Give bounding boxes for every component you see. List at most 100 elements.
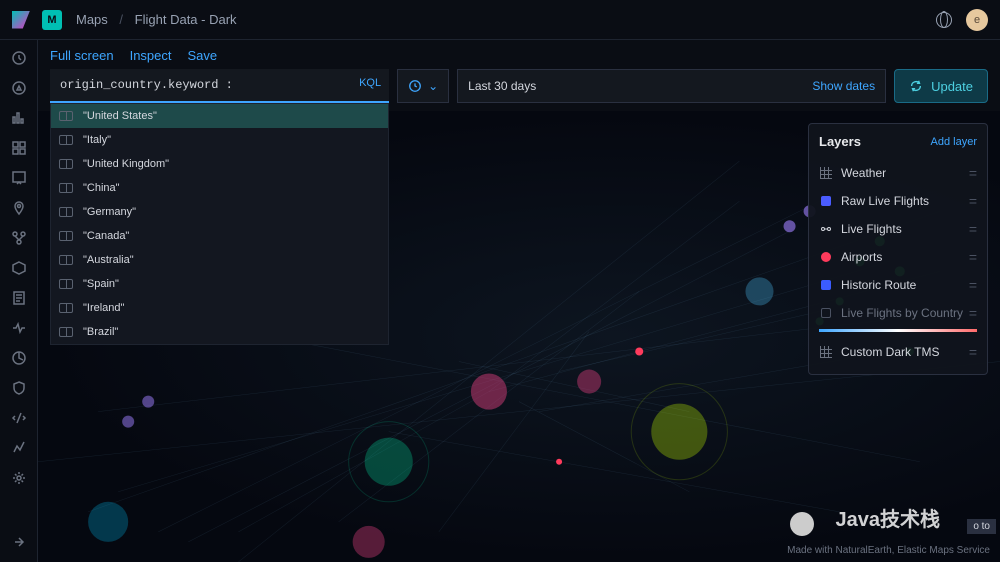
layer-row[interactable]: Live Flights by Country= [819,299,977,327]
fullscreen-link[interactable]: Full screen [50,48,114,63]
breadcrumb-page[interactable]: Flight Data - Dark [135,12,237,27]
discover-icon[interactable] [11,80,27,96]
layers-panel: Layers Add layer Weather=Raw Live Flight… [808,123,988,375]
maps-icon[interactable] [11,200,27,216]
autocomplete-item[interactable]: "United Kingdom" [51,152,388,176]
layers-list: Weather=Raw Live Flights=Live Flights=Ai… [819,159,977,366]
dashboard-icon[interactable] [11,140,27,156]
update-button[interactable]: Update [894,69,988,103]
layer-type-icon [819,194,833,208]
autocomplete-label: "Canada" [83,230,129,242]
autocomplete-label: "Brazil" [83,326,118,338]
autocomplete-item[interactable]: "Brazil" [51,320,388,344]
autocomplete-item[interactable]: "Australia" [51,248,388,272]
dev-tools-icon[interactable] [11,410,27,426]
avatar[interactable]: e [966,9,988,31]
autocomplete-item[interactable]: "United States" [51,104,388,128]
autocomplete-label: "Italy" [83,134,111,146]
layer-row[interactable]: Airports= [819,243,977,271]
breadcrumb: Maps / Flight Data - Dark [76,12,237,27]
kibana-logo-icon[interactable] [12,11,30,29]
zoom-widget[interactable]: o to [967,519,996,534]
layer-type-icon [819,166,833,180]
value-icon [59,255,73,265]
drag-handle-icon[interactable]: = [969,249,977,265]
layer-type-icon [819,306,833,320]
layer-label: Custom Dark TMS [841,345,969,359]
stack-monitoring-icon[interactable] [11,440,27,456]
autocomplete-label: "Germany" [83,206,136,218]
layer-row[interactable]: Weather= [819,159,977,187]
drag-handle-icon[interactable]: = [969,221,977,237]
drag-handle-icon[interactable]: = [969,193,977,209]
space-selector[interactable]: M [42,10,62,30]
drag-handle-icon[interactable]: = [969,305,977,321]
layer-label: Historic Route [841,278,969,292]
query-bar: KQL "United States""Italy""United Kingdo… [38,69,1000,111]
management-icon[interactable] [11,470,27,486]
layer-label: Live Flights [841,222,969,236]
autocomplete-label: "Australia" [83,254,134,266]
value-icon [59,183,73,193]
logs-icon[interactable] [11,290,27,306]
autocomplete-item[interactable]: "Germany" [51,200,388,224]
layer-row[interactable]: Custom Dark TMS= [819,338,977,366]
layer-type-icon [819,345,833,359]
autocomplete-item[interactable]: "Italy" [51,128,388,152]
layer-type-icon [819,278,833,292]
show-dates-link[interactable]: Show dates [812,79,875,93]
newsfeed-icon[interactable] [936,12,952,28]
autocomplete-item[interactable]: "Spain" [51,272,388,296]
update-button-label: Update [931,79,973,94]
value-icon [59,231,73,241]
autocomplete-item[interactable]: "China" [51,176,388,200]
autocomplete-dropdown: "United States" "Italy" "United Kingdom" "C… [50,103,389,345]
value-icon [59,111,73,121]
drag-handle-icon[interactable]: = [969,277,977,293]
wechat-icon [790,512,814,536]
value-icon [59,279,73,289]
ml-icon[interactable] [11,230,27,246]
autocomplete-label: "United Kingdom" [83,158,169,170]
layer-label: Raw Live Flights [841,194,969,208]
search-input[interactable] [50,69,389,103]
layer-label: Weather [841,166,969,180]
inspect-link[interactable]: Inspect [130,48,172,63]
drag-handle-icon[interactable]: = [969,344,977,360]
siem-icon[interactable] [11,380,27,396]
autocomplete-item[interactable]: "Canada" [51,224,388,248]
layer-row[interactable]: Historic Route= [819,271,977,299]
save-link[interactable]: Save [188,48,218,63]
value-icon [59,207,73,217]
time-quick-select[interactable]: ⌄ [397,69,449,103]
canvas-icon[interactable] [11,170,27,186]
autocomplete-label: "China" [83,182,120,194]
value-icon [59,327,73,337]
uptime-icon[interactable] [11,350,27,366]
breadcrumb-app[interactable]: Maps [76,12,108,27]
infrastructure-icon[interactable] [11,260,27,276]
query-language-badge[interactable]: KQL [359,77,381,89]
layer-row[interactable]: Raw Live Flights= [819,187,977,215]
time-range-display[interactable]: Last 30 days Show dates [457,69,886,103]
drag-handle-icon[interactable]: = [969,165,977,181]
layer-gradient-legend [819,329,977,332]
layer-row[interactable]: Live Flights= [819,215,977,243]
value-icon [59,135,73,145]
watermark-text: Java技术栈 [836,503,941,532]
layer-label: Airports [841,250,969,264]
recently-viewed-icon[interactable] [11,50,27,66]
layer-type-icon [819,222,833,236]
map-actions: Full screen Inspect Save [38,40,1000,69]
search-wrapper: KQL "United States""Italy""United Kingdo… [50,69,389,103]
autocomplete-item[interactable]: "Ireland" [51,296,388,320]
value-icon [59,159,73,169]
time-range-label: Last 30 days [468,79,536,93]
apm-icon[interactable] [11,320,27,336]
layer-type-icon [819,250,833,264]
collapse-icon[interactable] [11,534,27,550]
layer-label: Live Flights by Country [841,306,969,320]
autocomplete-label: "United States" [83,110,157,122]
add-layer-link[interactable]: Add layer [931,136,977,148]
visualize-icon[interactable] [11,110,27,126]
